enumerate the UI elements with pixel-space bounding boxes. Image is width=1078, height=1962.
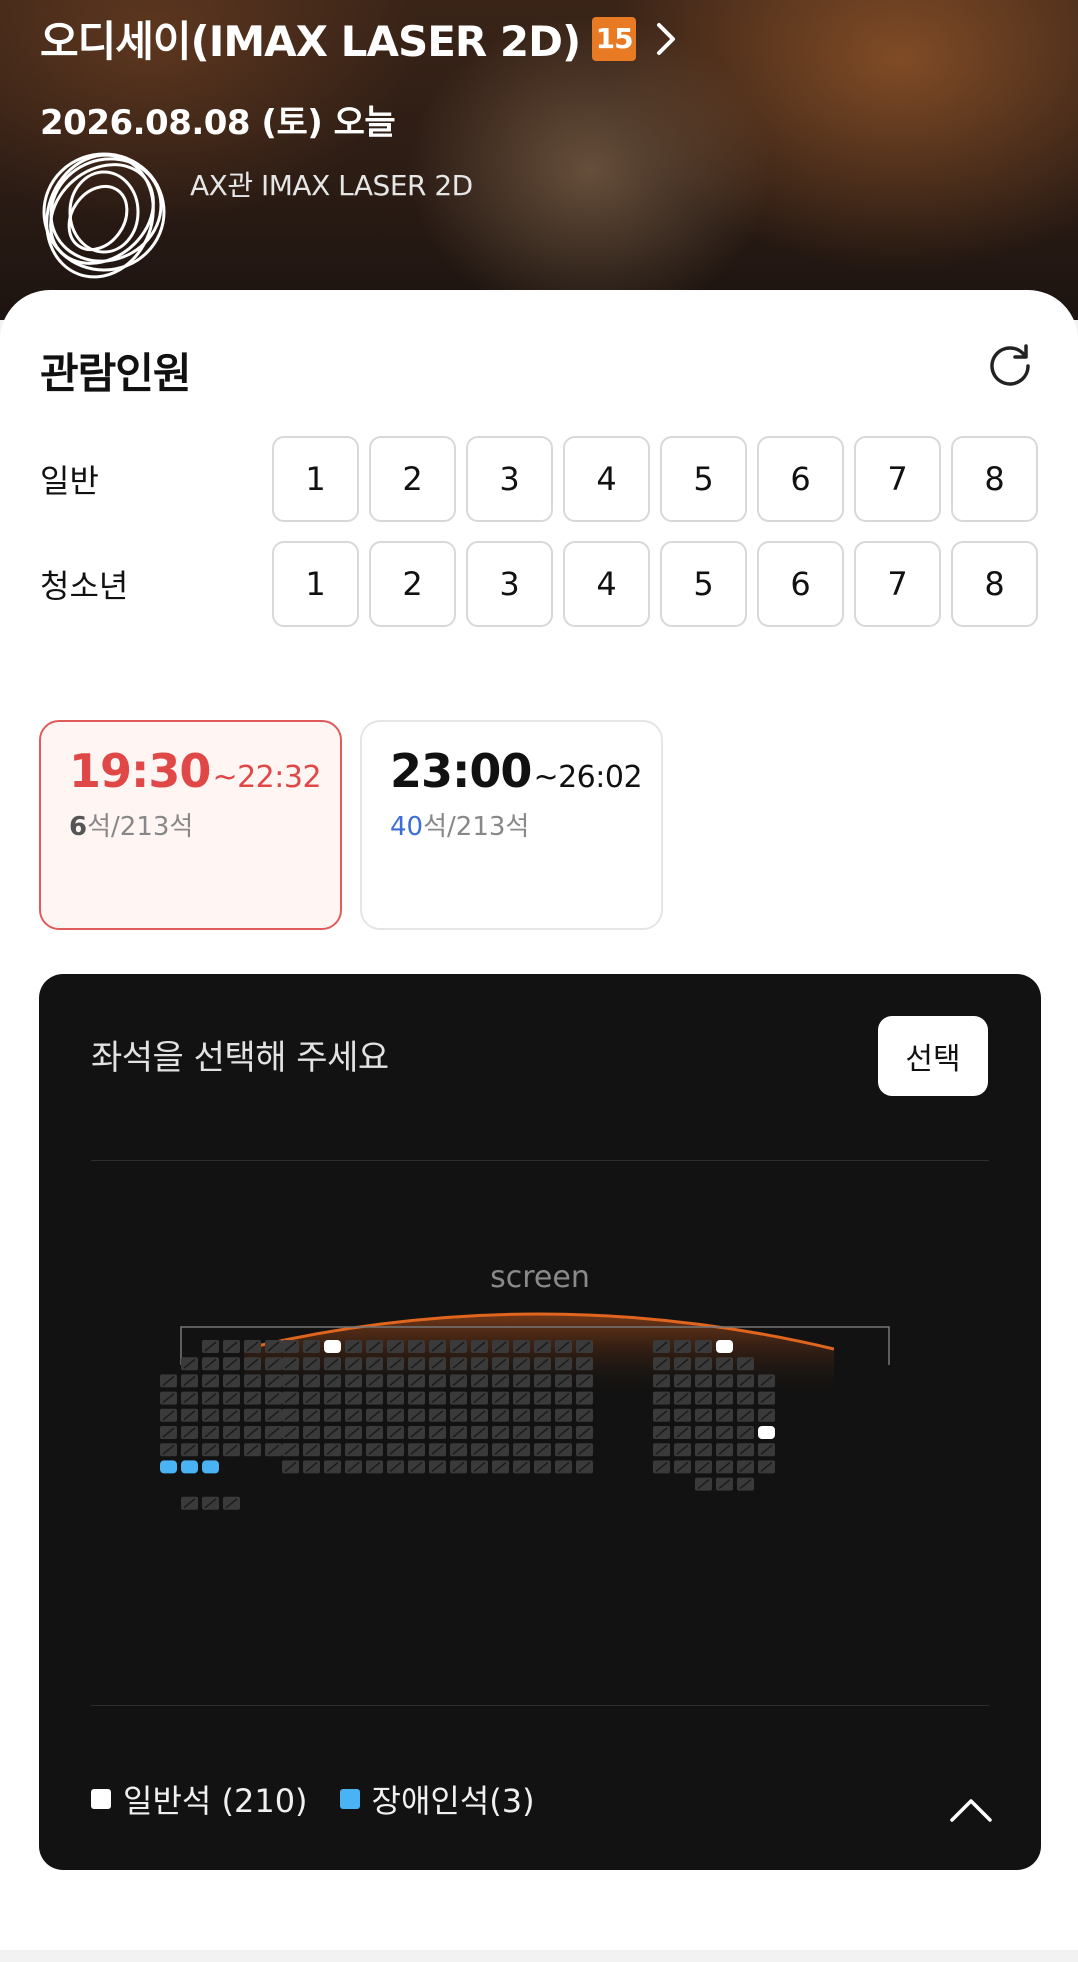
seat-grid (160, 1326, 890, 1510)
audience-row-adult: 일반 1 2 3 4 5 6 7 8 (40, 436, 1048, 522)
seats-total: 석/213석 (423, 812, 530, 842)
legend-item-general: 일반석 (210) (91, 1776, 308, 1822)
seats-available: 6 (69, 812, 88, 842)
legend-label: 일반석 (210) (123, 1782, 308, 1820)
showtime-card[interactable]: 23:00 ~26:02 40석/213석 (360, 720, 663, 930)
adult-count-button[interactable]: 1 (272, 436, 359, 522)
adult-count-button[interactable]: 8 (951, 436, 1038, 522)
showtime-end: ~26:02 (533, 760, 643, 795)
youth-count-button[interactable]: 8 (951, 541, 1038, 627)
audience-row-youth: 청소년 1 2 3 4 5 6 7 8 (40, 541, 1048, 627)
legend-swatch (339, 1789, 360, 1809)
legend-label: 장애인석(3) (371, 1782, 535, 1820)
audience-title: 관람인원 (40, 349, 192, 398)
seat-available[interactable] (324, 1340, 341, 1353)
booking-sheet: 관람인원 일반 1 2 3 4 5 6 7 8 청소년 1 2 3 4 5 6 … (0, 290, 1078, 1950)
movie-title: 오디세이(IMAX LASER 2D) (40, 17, 581, 66)
youth-count-button[interactable]: 4 (563, 541, 650, 627)
chevron-up-icon[interactable] (949, 1794, 993, 1824)
divider (91, 1705, 989, 1706)
youth-count-button[interactable]: 1 (272, 541, 359, 627)
show-date: 2026.08.08 (토) 오늘 (40, 103, 396, 143)
audience-label-adult: 일반 (40, 462, 99, 500)
adult-count-button[interactable]: 4 (563, 436, 650, 522)
redacted-scribble (42, 152, 166, 279)
adult-count-button[interactable]: 3 (466, 436, 553, 522)
adult-count-button[interactable]: 5 (660, 436, 747, 522)
youth-count-button[interactable]: 6 (757, 541, 844, 627)
audience-label-youth: 청소년 (40, 567, 129, 605)
movie-header: 오디세이(IMAX LASER 2D) 15 2026.08.08 (토) 오늘… (0, 0, 1078, 320)
showtime-end: ~22:32 (212, 760, 322, 795)
movie-title-link[interactable]: 오디세이(IMAX LASER 2D) 15 (40, 8, 678, 69)
youth-count-button[interactable]: 7 (854, 541, 941, 627)
adult-count-button[interactable]: 7 (854, 436, 941, 522)
age-rating-badge: 15 (592, 16, 637, 61)
seat-available[interactable] (716, 1340, 733, 1353)
theater-info: AX관 IMAX LASER 2D (190, 169, 473, 202)
seat-wheelchair[interactable] (202, 1460, 219, 1474)
adult-count-button[interactable]: 6 (757, 436, 844, 522)
seats-available: 40 (390, 812, 424, 842)
youth-count-button[interactable]: 3 (466, 541, 553, 627)
adult-count-button[interactable]: 2 (369, 436, 456, 522)
youth-count-button[interactable]: 2 (369, 541, 456, 627)
seat-wheelchair[interactable] (160, 1460, 177, 1474)
refresh-icon[interactable] (985, 338, 1035, 388)
youth-count-button[interactable]: 5 (660, 541, 747, 627)
seat-wheelchair[interactable] (181, 1460, 198, 1474)
seat-map-panel: 좌석을 선택해 주세요 선택 screen 일반석 (210) 장애인석(3) (39, 974, 1041, 1870)
seat-available[interactable] (758, 1426, 775, 1439)
legend-swatch (91, 1789, 111, 1809)
seats-total: 석/213석 (87, 812, 194, 842)
showtime-card-selected[interactable]: 19:30 ~22:32 6석/213석 (39, 720, 342, 930)
chevron-right-icon (657, 22, 676, 55)
showtime-start: 23:00 (390, 744, 532, 798)
showtime-start: 19:30 (69, 744, 211, 798)
seat-legend: 일반석 (210) 장애인석(3) (91, 1776, 567, 1822)
legend-item-wheelchair: 장애인석(3) (339, 1776, 535, 1822)
